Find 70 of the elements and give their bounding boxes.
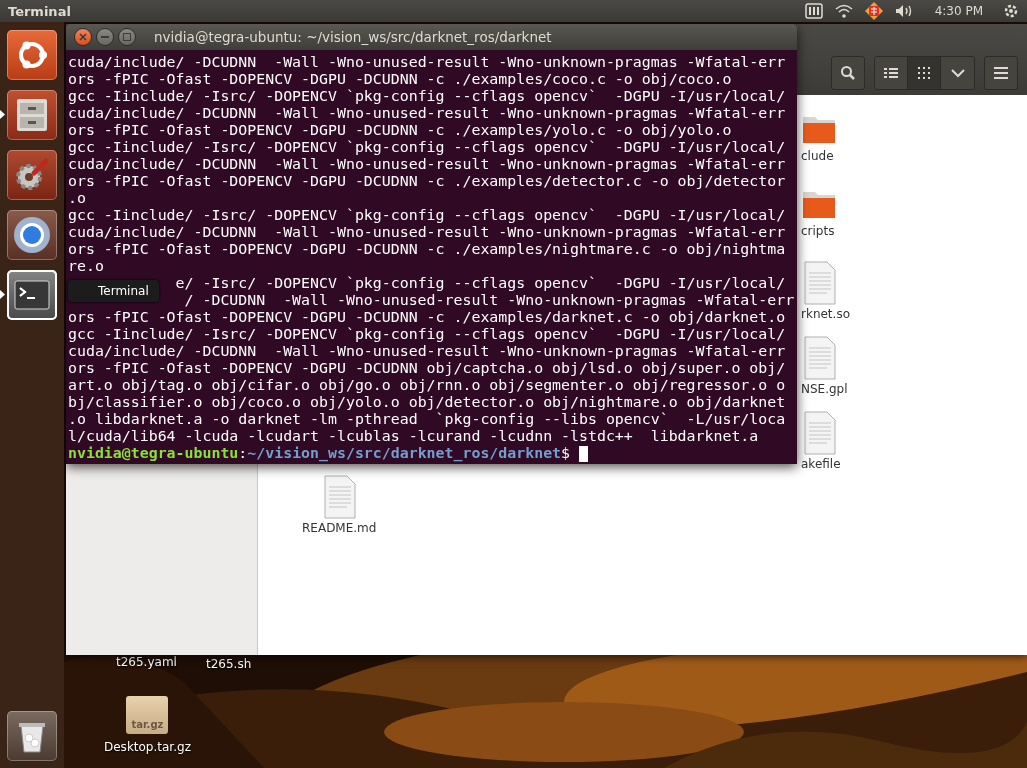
wifi-icon[interactable] <box>834 4 853 18</box>
browser-icon <box>12 214 52 255</box>
app-title: Terminal <box>8 3 71 19</box>
input-method-icon[interactable] <box>864 2 883 20</box>
launcher-icon[interactable] <box>7 149 57 200</box>
window-title: nvidia@tegra-ubuntu: ~/vision_ws/src/darknet_ros/darknet <box>154 29 552 45</box>
terminal-line: ors -fPIC -Ofast -DOPENCV -DGPU -DCUDNN -c ./examples/darknet.c -o obj/darknet.o <box>68 309 786 326</box>
terminal-line: gcc -Iinclude/ -Isrc/ -DOPENCV `pkg-config --cflags opencv` -DGPU -I/usr/local/ <box>68 326 786 343</box>
close-icon <box>79 33 87 41</box>
close-button[interactable] <box>74 28 92 46</box>
file-label[interactable]: README.md <box>302 521 377 535</box>
terminal-line: ors -fPIC -Ofast -DOPENCV -DGPU -DCUDNN -c ./examples/detector.c -o obj/detector <box>68 173 786 190</box>
terminal-line: cuda/include/ -DCUDNN -Wall -Wno-unused-result -Wno-unknown-pragmas -Wfatal-err <box>68 105 786 122</box>
desktop-icon-label[interactable]: t265.yaml <box>116 655 177 669</box>
launcher-icon[interactable] <box>7 29 57 80</box>
terminal-line: gcc -Iinclude/ -Isrc/ -DOPENCV `pkg-config --cflags opencv` -DGPU -I/usr/local/ <box>68 139 786 156</box>
list-icon <box>884 67 898 79</box>
launcher-icon[interactable] <box>7 269 57 320</box>
terminal-line: l/cuda/lib64 -lcuda -lcudart -lcublas -lcurand -lcudnn -lstdc++ libdarknet.a <box>68 428 759 445</box>
file-label[interactable]: cripts <box>801 224 835 238</box>
prompt-symbol: $ <box>561 445 571 462</box>
terminal-line: cuda/include/ -DCUDNN -Wall -Wno-unused-result -Wno-unknown-pragmas -Wfatal-err <box>68 54 786 71</box>
terminal-line: art.o obj/tag.o obj/cifar.o obj/go.o obj/rnn.o obj/segmenter.o obj/regressor.o o <box>68 377 786 394</box>
terminal-line: .o libdarknet.a -o darknet -lm -pthread `pkg-config --libs opencv` -L/usr/loca <box>68 411 786 428</box>
desktop-icon-label[interactable]: Desktop.tar.gz <box>104 740 191 754</box>
chevron-down-icon <box>950 68 965 78</box>
view-button[interactable] <box>941 57 974 89</box>
terminal-line: bj/classifier.o obj/coco.o obj/yolo.o obj/detector.o obj/nightmare.o obj/darknet <box>68 394 786 411</box>
clock[interactable]: 4:30 PM <box>934 4 983 18</box>
terminal-line: gcc -Iinclude/ -Isrc/ -DOPENCV `pkg-config --cflags opencv` -DGPU -I/usr/local/ <box>68 207 786 224</box>
desktop-icon-label[interactable]: t265.sh <box>206 657 252 671</box>
menu-button[interactable] <box>984 56 1018 90</box>
terminal-line: cuda/include/ -DCUDNN -Wall -Wno-unused-result -Wno-unknown-pragmas -Wfatal-err <box>68 156 786 173</box>
maximize-button[interactable] <box>118 28 136 46</box>
terminal-line: cuda/include/ -DCUDNN -Wall -Wno-unused-result -Wno-unknown-pragmas -Wfatal-err <box>68 224 786 241</box>
launcher-icon[interactable] <box>7 89 57 140</box>
terminal-line: ors -fPIC -Ofast -DOPENCV -DGPU -DCUDNN -c ./examples/coco.c -o obj/coco.o <box>68 71 732 88</box>
terminal-line: ors -fPIC -Ofast -DOPENCV -DGPU -DCUDNN -c ./examples/yolo.c -o obj/yolo.o <box>68 122 732 139</box>
prompt-user: nvidia@tegra-ubuntu <box>68 445 239 462</box>
search-icon <box>840 65 856 81</box>
terminal-line: .o <box>68 190 86 207</box>
view-button[interactable] <box>875 57 908 89</box>
text-cursor <box>579 445 589 462</box>
keyboard-indicator-icon[interactable] <box>804 3 823 19</box>
grid-icon <box>918 67 930 79</box>
minimize-button[interactable] <box>96 28 114 46</box>
file-label[interactable]: akefile <box>801 457 841 471</box>
launcher-tooltip: Terminal <box>68 280 159 302</box>
search-button[interactable] <box>831 56 865 90</box>
launcher-icon[interactable] <box>7 209 57 260</box>
terminal-line: / -DCUDNN -Wall -Wno-unused-result -Wno-unknown-pragmas -Wfatal-err <box>184 292 795 309</box>
minimize-icon <box>101 36 109 38</box>
running-indicator-icon <box>0 290 5 299</box>
terminal-line: re.o <box>68 258 104 275</box>
file-label[interactable]: rknet.so <box>801 307 850 321</box>
archive-label: tar.gz <box>131 719 164 730</box>
launcher-icon[interactable] <box>7 710 57 761</box>
view-button[interactable] <box>908 57 941 89</box>
menu-icon <box>994 67 1008 79</box>
terminal-line: gcc -Iinclude/ -Isrc/ -DOPENCV `pkg-config --cflags opencv` -DGPU -I/usr/local/ <box>68 88 786 105</box>
file-label[interactable]: NSE.gpl <box>801 382 848 396</box>
maximize-icon <box>123 33 131 41</box>
terminal-line: e/ -Isrc/ -DOPENCV `pkg-config --cflags opencv` -DGPU -I/usr/local/ <box>175 275 786 292</box>
file-label[interactable]: clude <box>801 149 834 163</box>
terminal-line: ors -fPIC -Ofast -DOPENCV -DGPU -DCUDNN -c ./examples/nightmare.c -o obj/nightma <box>68 241 786 258</box>
terminal-line: cuda/include/ -DCUDNN -Wall -Wno-unused-result -Wno-unknown-pragmas -Wfatal-err <box>68 343 786 360</box>
running-indicator-icon <box>0 110 5 119</box>
terminal-line: ors -fPIC -Ofast -DOPENCV -DGPU -DCUDNN obj/captcha.o obj/lsd.o obj/super.o obj/ <box>68 360 786 377</box>
prompt-path: ~/vision_ws/src/darknet_ros/darknet <box>247 445 562 462</box>
prompt-separator: : <box>238 445 248 462</box>
